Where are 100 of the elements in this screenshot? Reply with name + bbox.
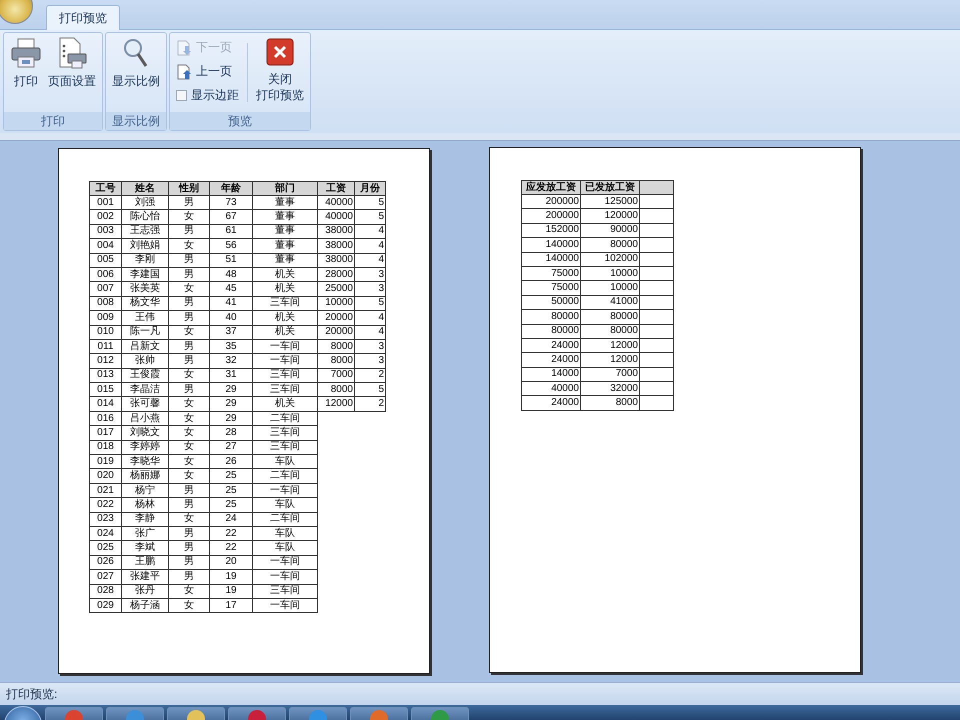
table-cell: 24000: [522, 396, 580, 410]
table-cell: 120000: [580, 208, 640, 224]
table-cell: 14000: [522, 367, 580, 382]
table-cell: 152000: [522, 223, 580, 238]
table-cell: 张美英: [122, 282, 168, 296]
group-label: 打印: [4, 112, 102, 130]
table-cell: 50000: [522, 295, 580, 310]
table-cell: 51: [210, 253, 252, 268]
table-cell: 男: [168, 196, 210, 210]
table-cell: 25: [210, 483, 252, 498]
table-cell: 37: [210, 325, 252, 340]
table-cell: 22: [210, 540, 252, 556]
table-cell: 12000: [580, 352, 640, 368]
table-cell: 二车间: [252, 411, 318, 426]
table-cell: 24000: [522, 338, 580, 353]
table-cell: 32000: [580, 382, 640, 396]
ribbon-button[interactable]: 上一页: [174, 61, 241, 82]
table-cell: 3: [354, 354, 386, 368]
table-cell: 19: [210, 584, 252, 598]
table-cell: 男: [168, 570, 210, 584]
table-cell: 机关: [252, 396, 318, 412]
table-cell: 014: [90, 396, 122, 412]
table-cell: 75000: [522, 280, 580, 296]
table-cell: 006: [90, 267, 122, 282]
ribbon-button[interactable]: 显示比例: [110, 35, 162, 91]
table-cell: 80000: [580, 324, 640, 338]
table-cell: 29: [210, 396, 252, 412]
group-label: 显示比例: [106, 112, 166, 130]
table-cell: 张丹: [122, 584, 168, 598]
table-cell: 王志强: [122, 224, 168, 239]
table-cell: 28000: [318, 267, 354, 282]
table-cell: 女: [168, 440, 210, 455]
table-cell: 男: [168, 296, 210, 311]
table-cell: 一车间: [252, 483, 318, 498]
table-cell: 董事: [252, 224, 318, 239]
table-cell: 三车间: [252, 368, 318, 383]
table-cell: 5: [354, 210, 386, 224]
close-icon: [265, 37, 295, 67]
table-cell: 李晓华: [122, 454, 168, 469]
table-cell: 140000: [522, 252, 580, 266]
table-cell: 80000: [580, 310, 640, 324]
table-cell: 5: [354, 196, 386, 210]
table-cell: 男: [168, 526, 210, 541]
table-cell: 75000: [522, 266, 580, 281]
table-cell: 22: [210, 526, 252, 541]
table-cell: 一车间: [252, 555, 318, 570]
table-cell: 8000: [318, 339, 354, 354]
table-cell: 男: [168, 310, 210, 326]
table-cell: 013: [90, 368, 122, 383]
checkbox[interactable]: 显示边距: [174, 85, 241, 106]
status-text: 打印预览:: [6, 686, 58, 702]
table-cell: 张建平: [122, 570, 168, 584]
table-cell: 陈一凡: [122, 325, 168, 340]
ribbon-tab[interactable]: 打印预览: [46, 5, 120, 30]
table-cell: 19: [210, 570, 252, 584]
table-cell: 二车间: [252, 468, 318, 484]
table-cell: 一车间: [252, 570, 318, 584]
table-cell: 刘强: [122, 196, 168, 210]
table-cell: 67: [210, 210, 252, 224]
table-cell: 女: [168, 411, 210, 426]
table-cell: 019: [90, 454, 122, 469]
table-cell: 20: [210, 555, 252, 570]
table-cell: 5: [354, 296, 386, 311]
table-cell: 车队: [252, 454, 318, 469]
table-cell: 李婷婷: [122, 440, 168, 455]
table-cell: 男: [168, 483, 210, 498]
table-cell: 车队: [252, 498, 318, 512]
table-cell: 41: [210, 296, 252, 311]
table-cell: 35: [210, 339, 252, 354]
ribbon-button[interactable]: 打印: [8, 35, 44, 91]
table-cell: 女: [168, 454, 210, 469]
table-cell: 男: [168, 540, 210, 556]
table-cell: 140000: [522, 238, 580, 252]
table-cell: 7000: [580, 367, 640, 382]
table-cell: 董事: [252, 196, 318, 210]
table-cell: 机关: [252, 310, 318, 326]
table-cell: 021: [90, 483, 122, 498]
table-cell: 20000: [318, 310, 354, 326]
ribbon-button[interactable]: 关闭 打印预览: [254, 35, 306, 105]
column-header: 月份: [354, 182, 386, 196]
table-cell: 3: [354, 282, 386, 296]
page-up-icon: [176, 64, 192, 80]
table-cell: 026: [90, 555, 122, 570]
table-cell: 029: [90, 598, 122, 613]
table-cell: 车队: [252, 526, 318, 541]
table-cell: 200000: [522, 194, 580, 209]
table-cell: 男: [168, 382, 210, 397]
table-cell: 李刚: [122, 253, 168, 268]
ribbon-button[interactable]: 页面设置: [46, 35, 98, 91]
table-cell: 刘晓文: [122, 426, 168, 440]
table-cell: 机关: [252, 282, 318, 296]
table-cell: 009: [90, 310, 122, 326]
table-cell: 三车间: [252, 440, 318, 455]
checkbox-box[interactable]: [176, 90, 187, 101]
table-cell: 020: [90, 468, 122, 484]
table-cell: 男: [168, 498, 210, 512]
table-cell: 023: [90, 512, 122, 526]
table-cell: 007: [90, 282, 122, 296]
table-cell: 女: [168, 396, 210, 412]
table-cell: 41000: [580, 295, 640, 310]
